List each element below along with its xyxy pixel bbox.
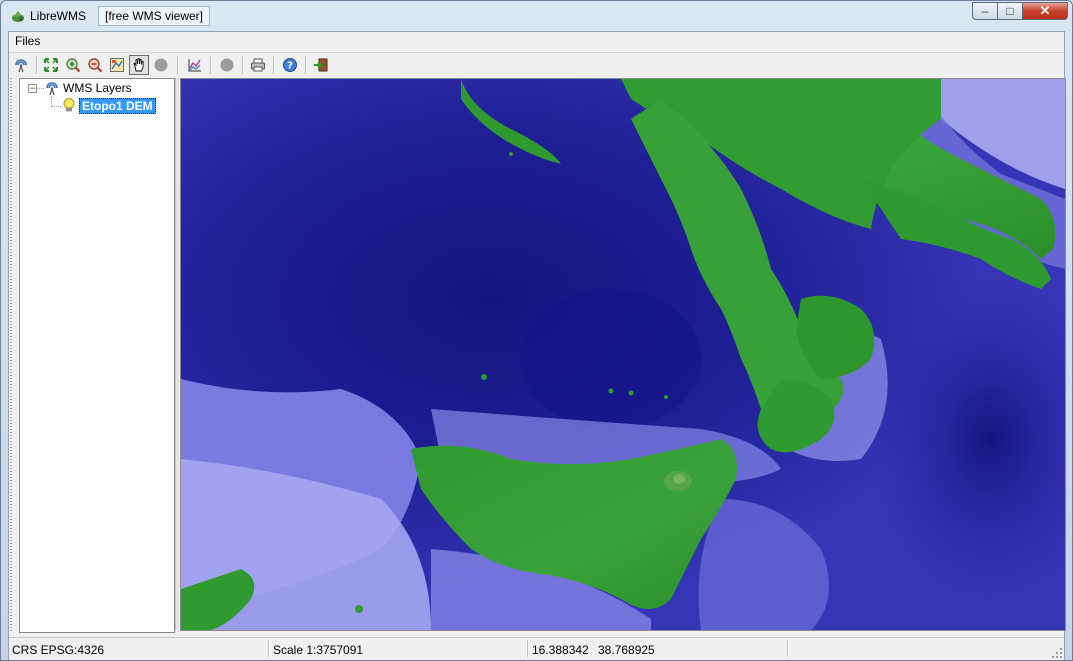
stop-button[interactable] [151, 55, 171, 75]
print-button[interactable] [248, 55, 268, 75]
exit-button[interactable] [311, 55, 331, 75]
wms-connect-icon [15, 59, 27, 73]
zoom-in-button[interactable] [63, 55, 83, 75]
close-icon: ✕ [1039, 3, 1051, 18]
zoom-full-button[interactable] [41, 55, 61, 75]
status-latitude: 38.768925 [598, 643, 655, 657]
app-logo-icon [12, 11, 24, 22]
zoom-in-icon [66, 58, 81, 73]
layer-bulb-icon [63, 98, 75, 112]
window-controls: – □ ✕ [972, 2, 1068, 20]
graph-button[interactable] [185, 55, 205, 75]
wms-connect-button[interactable] [11, 55, 31, 75]
svg-text:?: ? [287, 61, 293, 72]
maximize-button[interactable]: □ [998, 2, 1023, 20]
status-longitude: 16.388342 [532, 643, 589, 657]
maximize-icon: □ [1006, 4, 1014, 18]
close-button[interactable]: ✕ [1023, 2, 1068, 20]
status-crs: CRS EPSG:4326 [12, 643, 105, 657]
status-scale: Scale 1:3757091 [273, 643, 364, 657]
graph-icon [188, 59, 201, 72]
layer-tree[interactable]: − WMS Layers Etopo1 DEM [19, 78, 175, 633]
client-area: Files ? − WMS Layers Etopo1 DEM CRS EPSG… [8, 31, 1066, 660]
zoom-box-button[interactable] [107, 55, 127, 75]
map-view[interactable] [180, 78, 1066, 631]
toolbar: ? [9, 52, 1064, 77]
wms-server-icon [46, 82, 58, 96]
zoom-full-icon [44, 58, 58, 72]
left-grip [10, 78, 12, 631]
title-bar[interactable]: LibreWMS [free WMS viewer] – □ ✕ [1, 1, 1072, 31]
status-bar: CRS EPSG:4326 Scale 1:3757091 16.388342 … [9, 637, 1064, 660]
zoom-out-icon [88, 58, 103, 73]
minimize-button[interactable]: – [972, 2, 998, 20]
menu-files[interactable]: Files [15, 34, 40, 48]
panel-splitter[interactable] [175, 78, 179, 631]
app-window: LibreWMS [free WMS viewer] – □ ✕ Files ?… [0, 0, 1073, 661]
map-canvas[interactable] [181, 79, 1065, 630]
help-icon: ? [283, 58, 297, 72]
minimize-icon: – [981, 4, 989, 18]
layer-item-etopo1[interactable]: Etopo1 DEM [79, 98, 156, 114]
record-button[interactable] [217, 55, 237, 75]
exit-icon [314, 58, 328, 72]
zoom-out-button[interactable] [85, 55, 105, 75]
tree-expander[interactable]: − [28, 84, 37, 93]
record-icon [220, 58, 234, 72]
window-title: LibreWMS [30, 9, 87, 23]
print-icon [251, 58, 265, 72]
pan-button[interactable] [129, 55, 149, 75]
resize-grip-icon[interactable] [1051, 647, 1063, 659]
tree-root-label[interactable]: WMS Layers [63, 81, 132, 95]
menu-bar: Files [9, 32, 1064, 50]
window-subtitle: [free WMS viewer] [98, 6, 211, 26]
help-button[interactable]: ? [280, 55, 300, 75]
stop-icon [154, 58, 168, 72]
pan-hand-icon [133, 58, 144, 72]
zoom-box-icon [110, 58, 124, 72]
